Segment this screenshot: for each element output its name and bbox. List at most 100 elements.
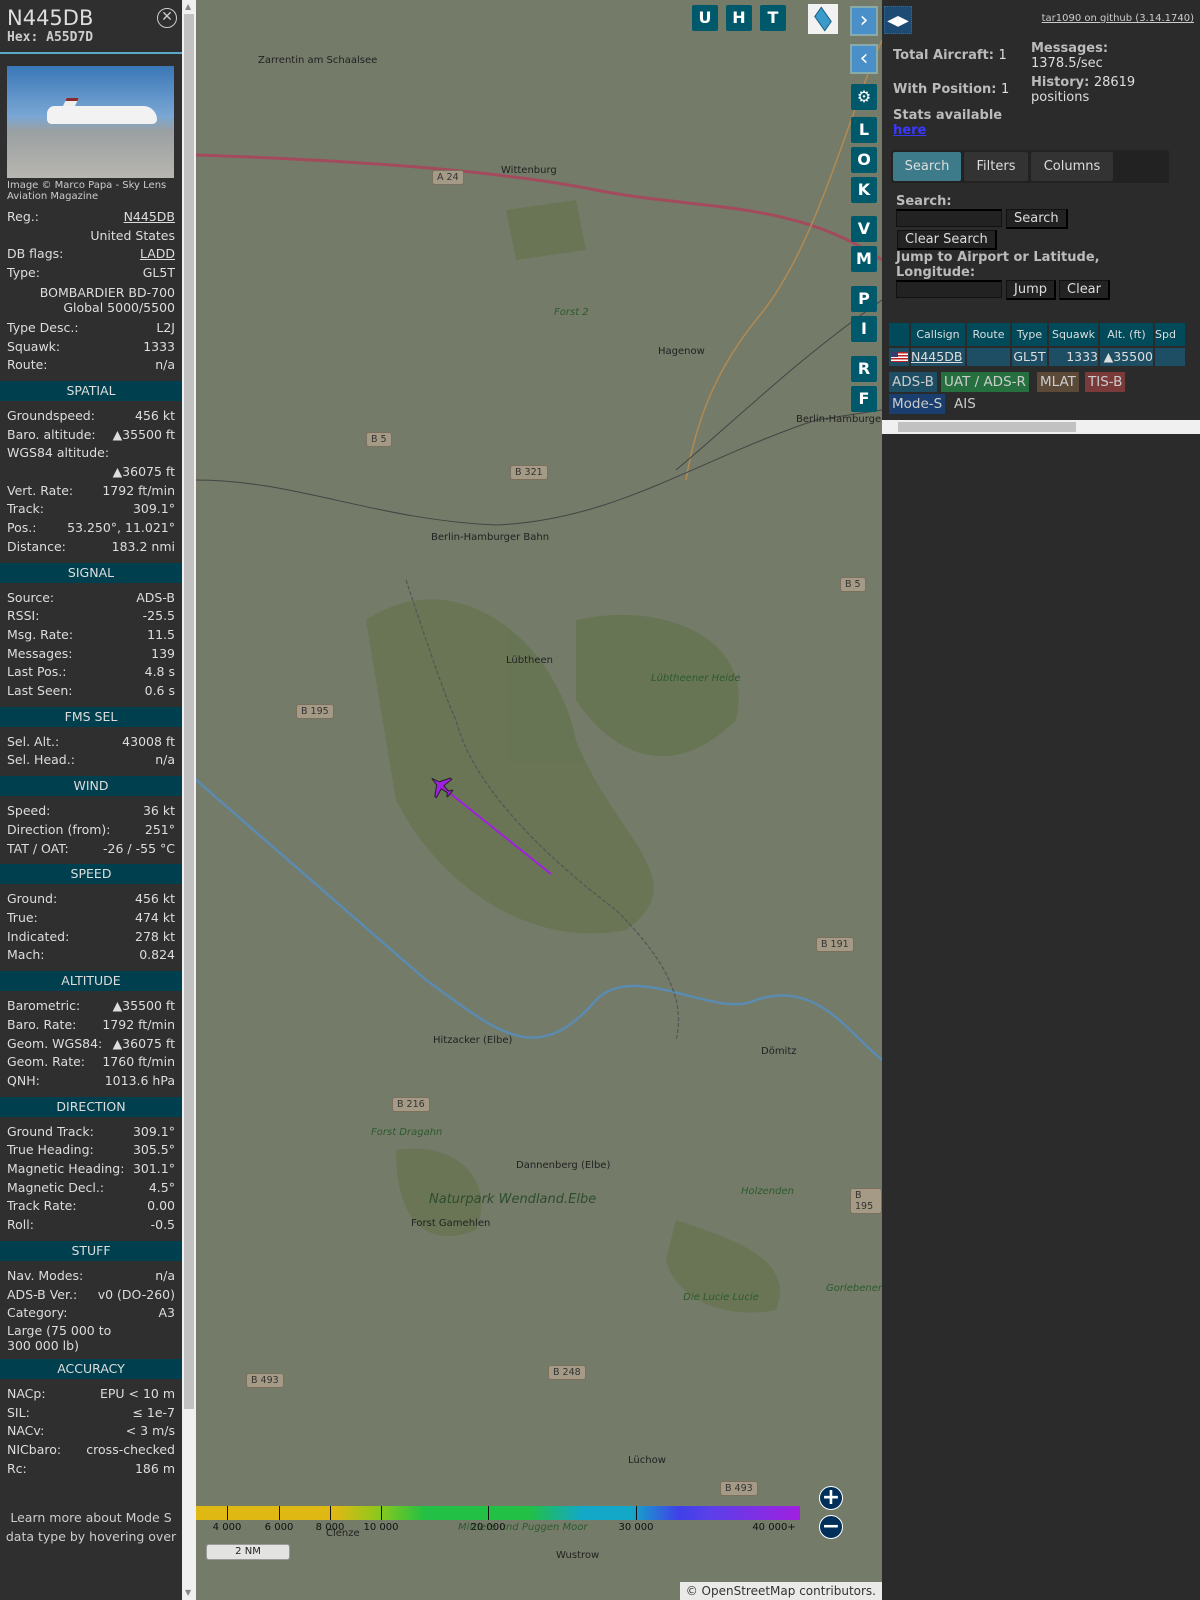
detail-value[interactable]: LADD: [140, 245, 175, 264]
column-header-callsign[interactable]: Callsign: [911, 323, 965, 346]
stats-link[interactable]: here: [893, 123, 926, 138]
jump-button[interactable]: Jump: [1006, 280, 1056, 300]
info-row: Category: A3: [0, 1304, 182, 1323]
column-header-spd[interactable]: Spd: [1155, 323, 1185, 346]
horizontal-scroll-thumb[interactable]: [898, 422, 1076, 432]
map-place-label: Dömitz: [761, 1046, 797, 1057]
cell-altitude: ▲35500: [1100, 348, 1153, 366]
aircraft-list-panel: ◀▶ tar1090 on github (3.14.1740) Total A…: [882, 0, 1200, 1600]
tab-filters[interactable]: Filters: [964, 152, 1028, 181]
history-label: History:: [1031, 75, 1090, 90]
zoom-in-button[interactable]: +: [819, 1486, 843, 1510]
info-row: True Heading: 305.5°: [0, 1141, 182, 1160]
map-button-k[interactable]: K: [851, 177, 877, 203]
cell-squawk: 1333: [1049, 348, 1098, 366]
info-row: Track: 309.1°: [0, 500, 182, 519]
aircraft-header: N445DB Hex: A55D7D ✕: [0, 0, 182, 54]
info-label: Last Seen:: [7, 683, 73, 699]
messages-label: Messages:: [1031, 41, 1109, 56]
road-shield: B 195: [850, 1188, 882, 1214]
detail-label: Type Desc.:: [7, 319, 79, 335]
map-button-i[interactable]: I: [851, 316, 877, 342]
toggle-panel-button[interactable]: ◀▶: [884, 6, 912, 34]
info-label: Large (75 000 to 300 000 lb): [7, 1322, 112, 1353]
messages-value: 1378.5/sec: [1031, 56, 1103, 71]
forest-area: [506, 200, 586, 260]
cell-callsign[interactable]: N445DB: [911, 348, 965, 366]
info-label: NICbaro:: [7, 1442, 62, 1458]
collapse-left-button[interactable]: ‹: [850, 44, 878, 74]
map-button-p[interactable]: P: [851, 286, 877, 312]
info-row: Track Rate: 0.00: [0, 1197, 182, 1216]
road-shield: B 195: [296, 704, 334, 719]
altitude-tick-label: 10 000: [363, 1522, 399, 1533]
map-place-label: Wittenburg: [501, 165, 557, 176]
close-icon[interactable]: ✕: [157, 8, 177, 28]
column-header-type[interactable]: Type: [1012, 323, 1047, 346]
clear-button[interactable]: Clear: [1059, 280, 1110, 300]
detail-value: BOMBARDIER BD-700 Global 5000/5500: [39, 284, 175, 315]
info-value: 1013.6 hPa: [104, 1072, 175, 1088]
map-place-label: Berlin-Hamburger Bahn: [431, 532, 550, 543]
aircraft-info-sidebar: N445DB Hex: A55D7D ✕ Image © Marco Papa …: [0, 0, 182, 1600]
sidebar-scroll-thumb[interactable]: [184, 14, 194, 1409]
map-button-f[interactable]: F: [851, 386, 877, 412]
section-header-fms-sel: FMS SEL: [0, 706, 182, 727]
total-label: Total Aircraft:: [893, 48, 994, 63]
map-button-r[interactable]: R: [851, 356, 877, 382]
column-header-altft[interactable]: Alt. (ft): [1100, 323, 1153, 346]
total-value: 1: [998, 48, 1007, 63]
expand-right-button[interactable]: ›: [850, 6, 878, 36]
info-value: v0 (DO-260): [97, 1286, 175, 1302]
map-button-u[interactable]: U: [692, 5, 718, 31]
tab-columns[interactable]: Columns: [1031, 152, 1113, 181]
search-input[interactable]: [896, 209, 1002, 227]
aircraft-photo[interactable]: [7, 66, 174, 178]
map-button-l[interactable]: L: [851, 117, 877, 143]
scroll-up-icon[interactable]: ▲: [185, 2, 191, 11]
scroll-down-icon[interactable]: ▼: [185, 1588, 191, 1597]
info-value: ▲35500 ft: [112, 998, 175, 1014]
info-row: Vert. Rate: 1792 ft/min: [0, 482, 182, 501]
detail-label: Squawk:: [7, 338, 61, 354]
badge-uat: UAT / ADS-R: [941, 372, 1029, 392]
jump-input[interactable]: [896, 280, 1002, 298]
info-row: Mach: 0.824: [0, 946, 182, 965]
map[interactable]: Zarrentin am Schaalsee Wittenburg Hagenow L…: [196, 0, 882, 1600]
detail-value: GL5T: [142, 265, 175, 281]
road-shield: B 248: [548, 1365, 586, 1380]
info-value: ▲36075 ft: [112, 464, 175, 480]
map-button-m[interactable]: M: [851, 246, 877, 272]
copyright: ©: [685, 1584, 698, 1598]
gear-icon: ⚙: [856, 87, 872, 106]
zoom-out-button[interactable]: −: [819, 1515, 843, 1539]
layers-button[interactable]: [808, 4, 838, 34]
sidebar-scrollbar[interactable]: ▲ ▼: [182, 0, 196, 1600]
github-link[interactable]: tar1090 on github (3.14.1740): [1042, 13, 1194, 24]
info-row: Source: ADS-B: [0, 589, 182, 608]
info-label: QNH:: [7, 1072, 40, 1088]
map-button-h[interactable]: H: [726, 5, 752, 31]
info-label: Roll:: [7, 1217, 34, 1233]
column-flag[interactable]: [889, 323, 909, 346]
tab-search[interactable]: Search: [893, 152, 961, 181]
column-header-route[interactable]: Route: [967, 323, 1010, 346]
road-shield: B 5: [840, 577, 866, 592]
settings-button[interactable]: ⚙: [851, 84, 877, 110]
withpos-value: 1: [1001, 82, 1010, 97]
section-header-accuracy: ACCURACY: [0, 1358, 182, 1379]
map-button-v[interactable]: V: [851, 216, 877, 242]
road-shield: B 216: [392, 1097, 430, 1112]
detail-value[interactable]: N445DB: [124, 208, 175, 227]
map-place-label: Forst Dragahn: [371, 1127, 443, 1138]
badge-mlat: MLAT: [1037, 372, 1079, 392]
search-button[interactable]: Search: [1006, 209, 1068, 229]
map-button-t[interactable]: T: [760, 5, 786, 31]
info-row: Indicated: 278 kt: [0, 928, 182, 947]
column-header-squawk[interactable]: Squawk: [1049, 323, 1098, 346]
clear-search-button[interactable]: Clear Search: [897, 230, 997, 250]
detail-label: Route:: [7, 357, 48, 373]
map-button-o[interactable]: O: [851, 147, 877, 173]
table-horizontal-scrollbar[interactable]: [882, 420, 1200, 434]
osm-link[interactable]: OpenStreetMap: [702, 1584, 796, 1598]
